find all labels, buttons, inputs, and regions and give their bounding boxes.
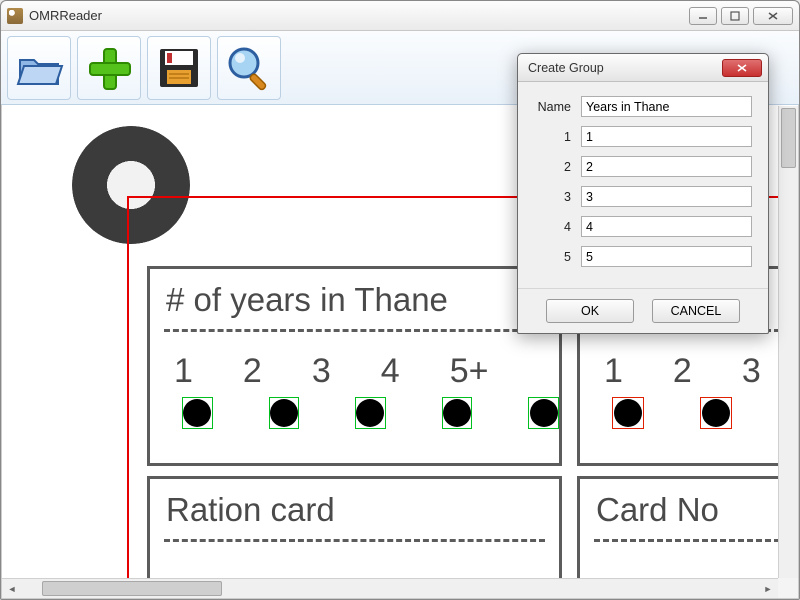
form-row-4: 4 bbox=[534, 216, 752, 237]
omr-bubble[interactable] bbox=[612, 397, 644, 429]
option-label: 3 bbox=[742, 352, 761, 391]
form-row-name: Name bbox=[534, 96, 752, 117]
omr-bubble[interactable] bbox=[269, 397, 300, 429]
section-card-no: Card No bbox=[577, 476, 778, 578]
omr-bubble[interactable] bbox=[528, 397, 559, 429]
maximize-icon bbox=[730, 11, 740, 21]
zoom-button[interactable] bbox=[217, 36, 281, 100]
dialog-body: Name 1 2 3 4 5 bbox=[518, 82, 768, 288]
name-label: Name bbox=[534, 100, 581, 114]
option-label: 4 bbox=[381, 352, 400, 391]
minimize-button[interactable] bbox=[689, 7, 717, 25]
filled-bubble-icon bbox=[702, 399, 730, 427]
row-input-4[interactable] bbox=[581, 216, 752, 237]
filled-bubble-icon bbox=[530, 399, 558, 427]
window-title: OMRReader bbox=[29, 8, 689, 23]
window-buttons bbox=[689, 7, 793, 25]
omr-bubble[interactable] bbox=[355, 397, 386, 429]
form-row-2: 2 bbox=[534, 156, 752, 177]
guide-line-vertical bbox=[127, 196, 129, 578]
app-window: OMRReader bbox=[0, 0, 800, 600]
form-row-5: 5 bbox=[534, 246, 752, 267]
divider bbox=[594, 539, 778, 542]
row-label: 3 bbox=[534, 190, 581, 204]
filled-bubble-icon bbox=[270, 399, 298, 427]
row-input-2[interactable] bbox=[581, 156, 752, 177]
folder-open-icon bbox=[14, 46, 64, 90]
option-numbers: 1 2 3 bbox=[580, 338, 778, 391]
floppy-icon bbox=[155, 44, 203, 92]
row-input-1[interactable] bbox=[581, 126, 752, 147]
row-input-3[interactable] bbox=[581, 186, 752, 207]
section-ration-card: Ration card bbox=[147, 476, 562, 578]
filled-bubble-icon bbox=[443, 399, 471, 427]
option-label: 1 bbox=[604, 352, 623, 391]
plus-icon bbox=[84, 43, 134, 93]
option-label: 2 bbox=[673, 352, 692, 391]
close-icon bbox=[767, 11, 779, 21]
section-title: # of years in Thane bbox=[150, 269, 559, 323]
close-icon bbox=[736, 63, 748, 73]
java-app-icon bbox=[7, 8, 23, 24]
open-button[interactable] bbox=[7, 36, 71, 100]
cancel-button[interactable]: CANCEL bbox=[652, 299, 740, 323]
form-row-3: 3 bbox=[534, 186, 752, 207]
section-years-in-thane: # of years in Thane 1 2 3 4 5+ bbox=[147, 266, 562, 466]
dialog-button-row: OK CANCEL bbox=[518, 288, 768, 333]
dialog-titlebar: Create Group bbox=[518, 54, 768, 82]
section-title: Card No bbox=[580, 479, 778, 533]
titlebar: OMRReader bbox=[1, 1, 799, 31]
option-label: 3 bbox=[312, 352, 331, 391]
scrollbar-thumb[interactable] bbox=[781, 108, 796, 168]
scrollbar-thumb[interactable] bbox=[42, 581, 222, 596]
bubble-row bbox=[150, 391, 559, 429]
horizontal-scrollbar[interactable]: ◄ ► bbox=[2, 578, 778, 598]
row-label: 2 bbox=[534, 160, 581, 174]
option-label: 1 bbox=[174, 352, 193, 391]
bubble-row bbox=[580, 391, 778, 429]
row-label: 1 bbox=[534, 130, 581, 144]
add-button[interactable] bbox=[77, 36, 141, 100]
omr-bubble[interactable] bbox=[182, 397, 213, 429]
form-row-1: 1 bbox=[534, 126, 752, 147]
section-title: Ration card bbox=[150, 479, 559, 533]
ok-button[interactable]: OK bbox=[546, 299, 634, 323]
omr-bubble[interactable] bbox=[442, 397, 473, 429]
dialog-close-button[interactable] bbox=[722, 59, 762, 77]
divider bbox=[164, 539, 545, 542]
magnifier-icon bbox=[224, 43, 274, 93]
minimize-icon bbox=[698, 11, 708, 21]
row-label: 4 bbox=[534, 220, 581, 234]
option-label: 2 bbox=[243, 352, 262, 391]
scroll-right-icon[interactable]: ► bbox=[759, 580, 777, 598]
divider bbox=[164, 329, 545, 332]
close-button[interactable] bbox=[753, 7, 793, 25]
omr-bubble[interactable] bbox=[700, 397, 732, 429]
filled-bubble-icon bbox=[614, 399, 642, 427]
row-input-5[interactable] bbox=[581, 246, 752, 267]
filled-bubble-icon bbox=[183, 399, 211, 427]
vertical-scrollbar[interactable] bbox=[778, 106, 798, 578]
row-label: 5 bbox=[534, 250, 581, 264]
option-numbers: 1 2 3 4 5+ bbox=[150, 338, 559, 391]
filled-bubble-icon bbox=[356, 399, 384, 427]
maximize-button[interactable] bbox=[721, 7, 749, 25]
dialog-title: Create Group bbox=[524, 61, 722, 75]
option-label: 5+ bbox=[450, 352, 489, 391]
save-button[interactable] bbox=[147, 36, 211, 100]
registration-mark-icon bbox=[72, 126, 190, 244]
scroll-left-icon[interactable]: ◄ bbox=[3, 580, 21, 598]
name-input[interactable] bbox=[581, 96, 752, 117]
create-group-dialog: Create Group Name 1 2 3 bbox=[517, 53, 769, 334]
